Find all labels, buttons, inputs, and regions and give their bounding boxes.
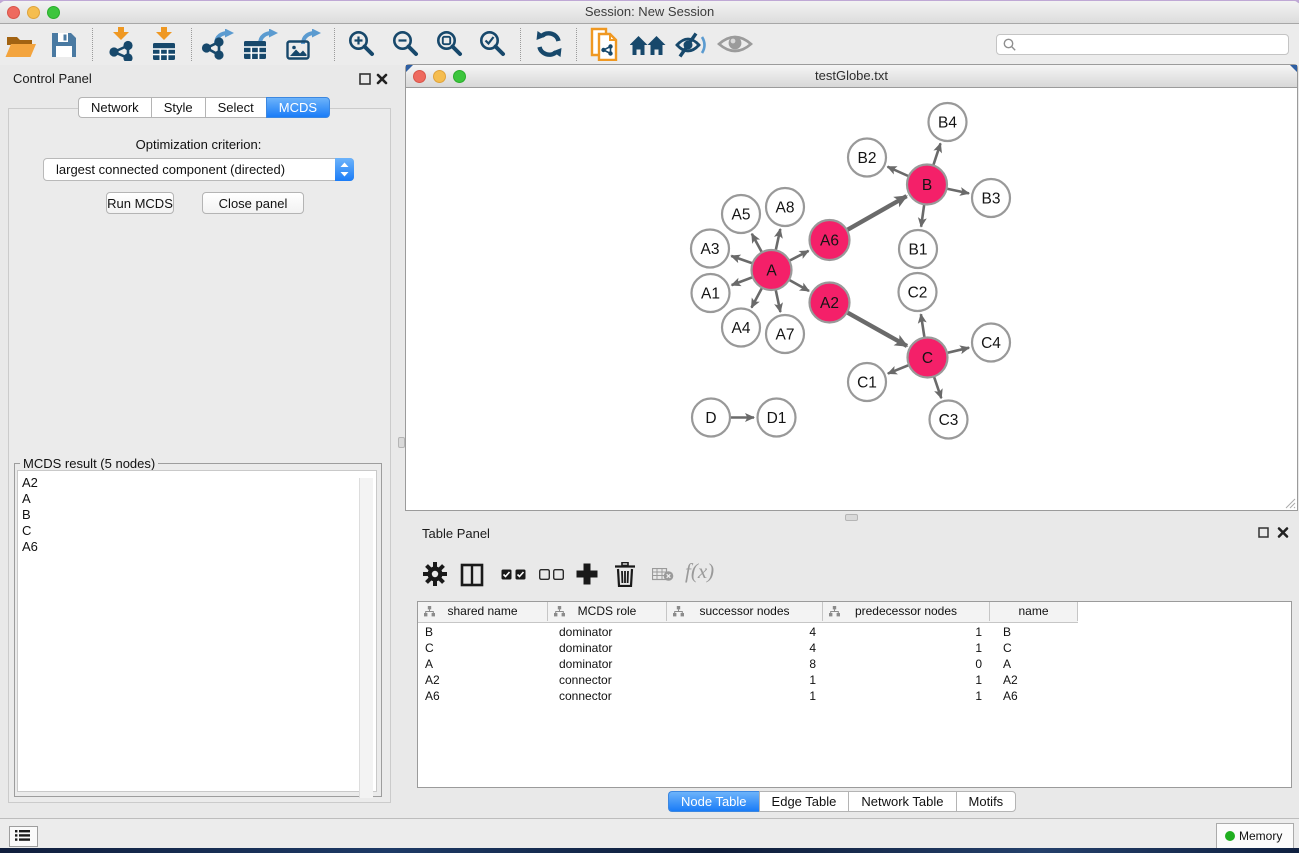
svg-text:D1: D1 <box>767 410 787 427</box>
svg-text:A3: A3 <box>701 241 720 258</box>
svg-text:C1: C1 <box>857 375 877 392</box>
svg-text:C4: C4 <box>981 335 1001 352</box>
svg-text:A7: A7 <box>776 327 795 344</box>
svg-text:C: C <box>922 350 933 367</box>
svg-text:A8: A8 <box>776 200 795 217</box>
svg-text:B3: B3 <box>982 191 1001 208</box>
svg-text:A4: A4 <box>732 320 751 337</box>
svg-text:C2: C2 <box>908 285 928 302</box>
svg-text:B: B <box>922 177 932 194</box>
svg-text:C3: C3 <box>939 412 959 429</box>
svg-text:D: D <box>705 410 716 427</box>
svg-text:B2: B2 <box>858 150 877 167</box>
svg-text:A: A <box>766 263 777 280</box>
svg-text:A6: A6 <box>820 233 839 250</box>
svg-text:B4: B4 <box>938 115 957 132</box>
svg-text:B1: B1 <box>909 242 928 259</box>
svg-text:A2: A2 <box>820 295 839 312</box>
svg-text:A1: A1 <box>701 286 720 303</box>
svg-text:A5: A5 <box>732 207 751 224</box>
